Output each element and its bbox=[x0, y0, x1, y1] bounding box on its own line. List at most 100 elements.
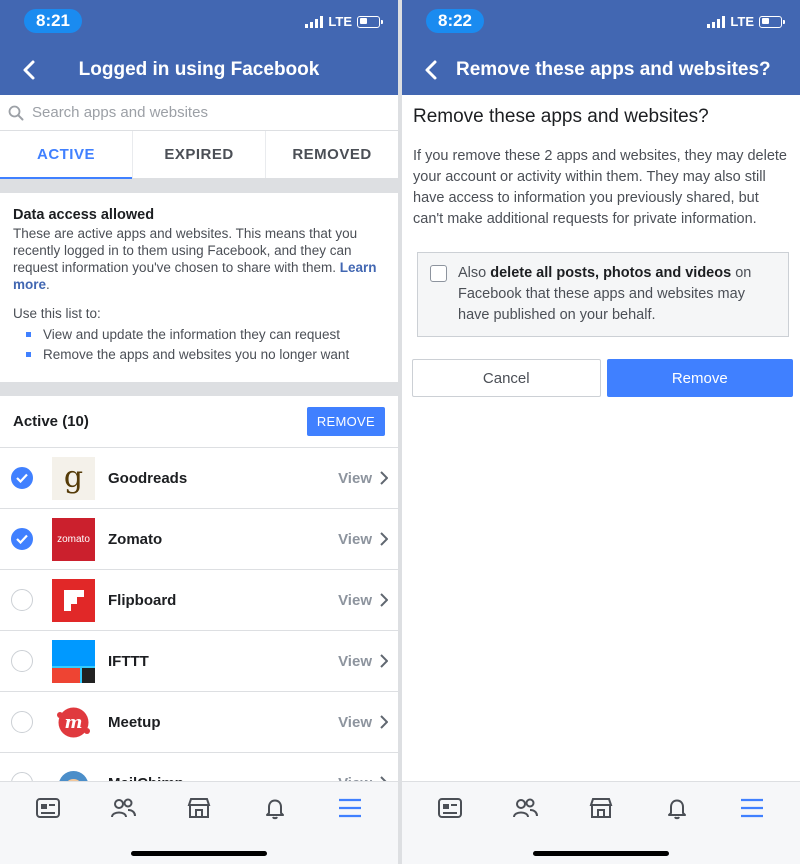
left-screen: 8:21 LTE Logged in using Facebook Search… bbox=[0, 0, 398, 864]
status-time: 8:22 bbox=[426, 9, 484, 33]
status-bar: 8:22 LTE bbox=[402, 0, 800, 44]
section-gap bbox=[0, 179, 398, 193]
app-name: Goodreads bbox=[108, 469, 188, 487]
network-label: LTE bbox=[328, 14, 352, 29]
zomato-icon: zomato bbox=[52, 517, 95, 561]
notifications-bell-icon[interactable] bbox=[259, 792, 291, 824]
back-arrow-icon[interactable] bbox=[16, 56, 44, 84]
chevron-right-icon bbox=[380, 654, 388, 668]
friends-icon[interactable] bbox=[509, 792, 541, 824]
network-label: LTE bbox=[730, 14, 754, 29]
news-feed-icon[interactable] bbox=[434, 792, 466, 824]
search-placeholder: Search apps and websites bbox=[32, 104, 208, 121]
remove-button[interactable]: REMOVE bbox=[306, 407, 385, 436]
tab-bar: ACTIVE EXPIRED REMOVED bbox=[0, 131, 398, 179]
view-link[interactable]: View bbox=[338, 653, 388, 670]
cancel-button[interactable]: Cancel bbox=[412, 359, 601, 397]
chevron-right-icon bbox=[380, 715, 388, 729]
page-title: Logged in using Facebook bbox=[78, 59, 320, 80]
right-screen: 8:22 LTE Remove these apps and websites?… bbox=[402, 0, 800, 864]
info-bullets: View and update the information they can… bbox=[13, 326, 385, 363]
status-time: 8:21 bbox=[24, 9, 82, 33]
ifttt-icon bbox=[52, 639, 95, 683]
dialog-heading: Remove these apps and websites? bbox=[413, 106, 709, 127]
dialog-buttons: Cancel Remove bbox=[402, 359, 800, 397]
app-row[interactable]: Flipboard View bbox=[0, 570, 398, 631]
unchecked-icon[interactable] bbox=[11, 711, 33, 733]
view-label: View bbox=[338, 530, 372, 548]
nav-bar: Logged in using Facebook bbox=[0, 50, 398, 90]
view-link[interactable]: View bbox=[338, 531, 388, 548]
chevron-right-icon bbox=[380, 532, 388, 546]
info-heading: Data access allowed bbox=[13, 207, 155, 223]
tab-active[interactable]: ACTIVE bbox=[0, 131, 132, 179]
status-bar: 8:21 LTE bbox=[0, 0, 398, 44]
top-bar: 8:21 LTE Logged in using Facebook bbox=[0, 0, 398, 95]
home-indicator bbox=[533, 851, 669, 856]
back-arrow-icon[interactable] bbox=[418, 56, 446, 84]
checked-icon[interactable] bbox=[11, 528, 33, 550]
bullet-item: Remove the apps and websites you no long… bbox=[13, 346, 385, 363]
search-input[interactable]: Search apps and websites bbox=[0, 95, 398, 131]
active-header: Active (10) REMOVE bbox=[0, 396, 398, 448]
chevron-right-icon bbox=[380, 471, 388, 485]
delete-posts-option[interactable]: Also delete all posts, photos and videos… bbox=[417, 252, 789, 337]
signal-icon bbox=[707, 15, 726, 28]
info-text: These are active apps and websites. This… bbox=[13, 226, 377, 292]
option-bold: delete all posts, photos and videos bbox=[490, 265, 732, 281]
bullet-item: View and update the information they can… bbox=[13, 326, 385, 343]
app-name: Flipboard bbox=[108, 591, 177, 609]
menu-icon[interactable] bbox=[736, 792, 768, 824]
view-label: View bbox=[338, 469, 372, 487]
bottom-tab-bar bbox=[0, 781, 398, 864]
active-count-title: Active (10) bbox=[13, 413, 89, 430]
top-bar: 8:22 LTE Remove these apps and websites? bbox=[402, 0, 800, 95]
marketplace-icon[interactable] bbox=[183, 792, 215, 824]
tab-expired[interactable]: EXPIRED bbox=[132, 131, 265, 178]
delete-posts-checkbox[interactable] bbox=[430, 265, 447, 282]
news-feed-icon[interactable] bbox=[32, 792, 64, 824]
dialog-body: If you remove these 2 apps and websites,… bbox=[413, 148, 787, 227]
status-indicators: LTE bbox=[707, 14, 785, 29]
app-name: Meetup bbox=[108, 713, 161, 731]
svg-text:m: m bbox=[65, 713, 83, 733]
app-name: IFTTT bbox=[108, 652, 149, 670]
battery-icon bbox=[357, 15, 383, 28]
notifications-bell-icon[interactable] bbox=[661, 792, 693, 824]
view-link[interactable]: View bbox=[338, 714, 388, 731]
signal-icon bbox=[305, 15, 324, 28]
app-row[interactable]: g Goodreads View bbox=[0, 448, 398, 509]
zomato-icon-text: zomato bbox=[57, 533, 90, 545]
view-link[interactable]: View bbox=[338, 592, 388, 609]
menu-icon[interactable] bbox=[334, 792, 366, 824]
friends-icon[interactable] bbox=[107, 792, 139, 824]
view-label: View bbox=[338, 591, 372, 609]
view-label: View bbox=[338, 652, 372, 670]
status-indicators: LTE bbox=[305, 14, 383, 29]
unchecked-icon[interactable] bbox=[11, 650, 33, 672]
page-title: Remove these apps and websites? bbox=[456, 59, 771, 80]
tab-removed[interactable]: REMOVED bbox=[265, 131, 398, 178]
app-row[interactable]: zomato Zomato View bbox=[0, 509, 398, 570]
home-indicator bbox=[131, 851, 267, 856]
nav-bar: Remove these apps and websites? bbox=[402, 50, 800, 90]
info-body: These are active apps and websites. This… bbox=[13, 226, 358, 275]
svg-text:g: g bbox=[64, 460, 83, 495]
flipboard-icon bbox=[52, 578, 95, 622]
section-gap bbox=[0, 382, 398, 396]
view-link[interactable]: View bbox=[338, 470, 388, 487]
checked-icon[interactable] bbox=[11, 467, 33, 489]
bottom-tab-bar bbox=[402, 781, 800, 864]
marketplace-icon[interactable] bbox=[585, 792, 617, 824]
app-name: Zomato bbox=[108, 530, 163, 548]
view-label: View bbox=[338, 713, 372, 731]
confirm-remove-button[interactable]: Remove bbox=[606, 359, 793, 397]
chevron-right-icon bbox=[380, 593, 388, 607]
app-row[interactable]: m Meetup View bbox=[0, 692, 398, 753]
unchecked-icon[interactable] bbox=[11, 589, 33, 611]
meetup-icon: m bbox=[52, 701, 95, 744]
use-intro: Use this list to: bbox=[13, 306, 101, 321]
info-section: Data access allowed These are active app… bbox=[0, 193, 398, 382]
app-row[interactable]: IFTTT View bbox=[0, 631, 398, 692]
search-icon bbox=[8, 105, 24, 120]
